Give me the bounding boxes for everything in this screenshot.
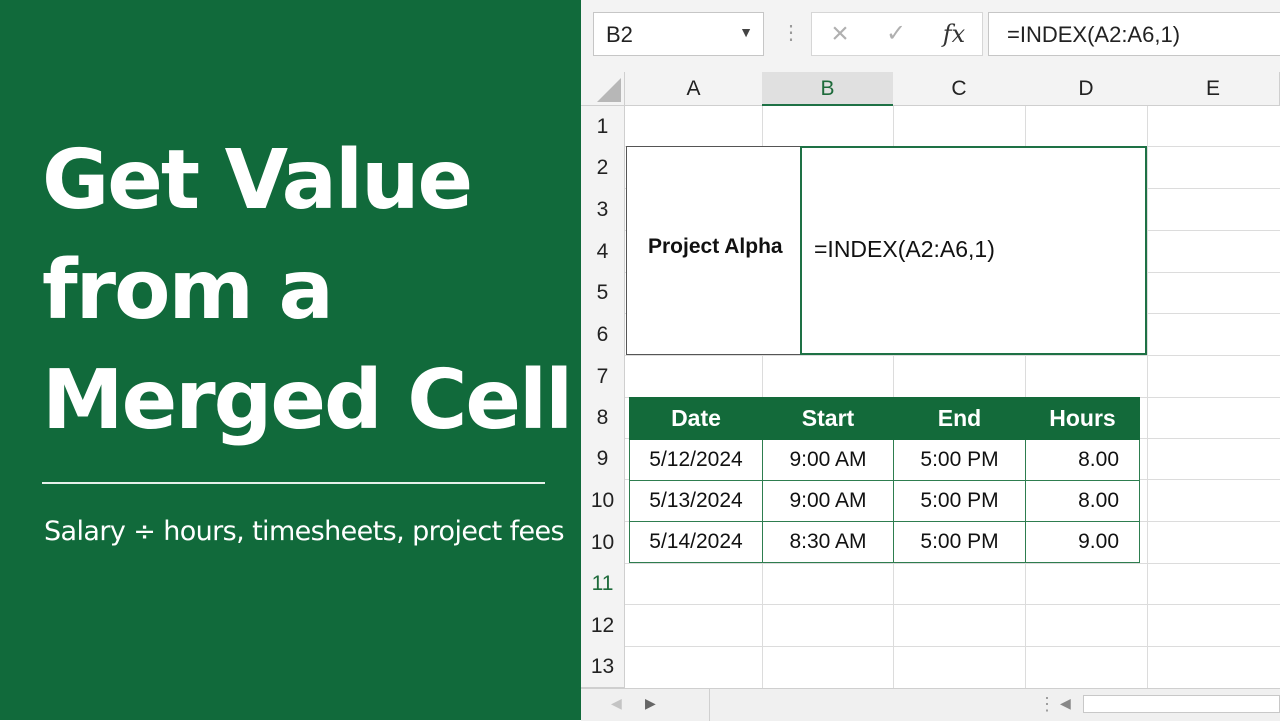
hscroll-left-icon[interactable]: ◀ bbox=[1060, 695, 1071, 712]
spreadsheet-window: B2 ▼ ⋮ × ✓ fx =INDEX(A2:A6,1) A B C D E … bbox=[581, 0, 1280, 721]
header-hours[interactable]: Hours bbox=[1025, 397, 1140, 440]
row-header-5[interactable]: 5 bbox=[581, 272, 625, 314]
sheet-tabs-bar: ◀ ▶ ⋮ ◀ bbox=[581, 688, 1280, 721]
chevron-down-icon[interactable]: ▼ bbox=[739, 24, 753, 40]
project-name: Project Alpha bbox=[648, 235, 783, 258]
start-cell[interactable]: 9:00 AM bbox=[762, 480, 894, 522]
date-cell[interactable]: 5/13/2024 bbox=[629, 480, 763, 522]
sheet-grid[interactable]: A B C D E 1 2 3 4 5 6 7 8 9 10 10 11 12 … bbox=[581, 72, 1280, 688]
promo-title-line-2: from a bbox=[42, 243, 334, 338]
select-all-triangle-icon bbox=[597, 78, 621, 102]
row-header-4[interactable]: 4 bbox=[581, 230, 625, 273]
gridline bbox=[625, 646, 1280, 647]
hours-cell[interactable]: 8.00 bbox=[1025, 439, 1140, 481]
name-box[interactable]: B2 ▼ bbox=[593, 12, 764, 56]
formula-text: =INDEX(A2:A6,1) bbox=[1007, 22, 1181, 47]
date-cell[interactable]: 5/12/2024 bbox=[629, 439, 763, 481]
row-header-3[interactable]: 3 bbox=[581, 188, 625, 231]
row-header-11[interactable]: 11 bbox=[581, 563, 625, 605]
formula-bar: B2 ▼ ⋮ × ✓ fx =INDEX(A2:A6,1) bbox=[581, 0, 1280, 73]
row-header-13[interactable]: 13 bbox=[581, 646, 625, 688]
row-header-6[interactable]: 6 bbox=[581, 313, 625, 356]
table-row: 5/12/2024 9:00 AM 5:00 PM 8.00 bbox=[629, 439, 1140, 481]
row-header-2[interactable]: 2 bbox=[581, 146, 625, 189]
gridline bbox=[625, 355, 1280, 356]
promo-title-line-3: Merged Cell bbox=[42, 353, 573, 448]
date-cell[interactable]: 5/14/2024 bbox=[629, 521, 763, 563]
start-cell[interactable]: 8:30 AM bbox=[762, 521, 894, 563]
column-header-b[interactable]: B bbox=[762, 72, 894, 106]
row-header-10[interactable]: 10 bbox=[581, 479, 625, 522]
column-header-e[interactable]: E bbox=[1147, 72, 1280, 106]
column-header-d[interactable]: D bbox=[1025, 72, 1148, 106]
sheet-tab-area bbox=[709, 689, 1040, 721]
cancel-icon[interactable]: × bbox=[820, 19, 860, 49]
column-header-c[interactable]: C bbox=[893, 72, 1026, 106]
timesheet-table: Date Start End Hours 5/12/2024 9:00 AM 5… bbox=[629, 397, 1140, 563]
start-cell[interactable]: 9:00 AM bbox=[762, 439, 894, 481]
end-cell[interactable]: 5:00 PM bbox=[893, 480, 1026, 522]
row-header-1[interactable]: 1 bbox=[581, 106, 625, 147]
more-options-icon[interactable]: ⋮ bbox=[1038, 694, 1056, 715]
more-options-icon[interactable]: ⋮ bbox=[781, 20, 801, 45]
table-header-row: Date Start End Hours bbox=[629, 397, 1140, 440]
hours-cell[interactable]: 8.00 bbox=[1025, 480, 1140, 522]
end-cell[interactable]: 5:00 PM bbox=[893, 439, 1026, 481]
row-header-9[interactable]: 9 bbox=[581, 438, 625, 480]
header-date[interactable]: Date bbox=[629, 397, 763, 440]
horizontal-scrollbar[interactable] bbox=[1083, 695, 1280, 713]
cell-formula: =INDEX(A2:A6,1) bbox=[814, 236, 995, 262]
promo-panel: Get Value from a Merged Cell Salary ÷ ho… bbox=[0, 0, 581, 720]
promo-divider bbox=[42, 482, 545, 484]
scroll-right-icon[interactable]: ▶ bbox=[645, 695, 656, 712]
end-cell[interactable]: 5:00 PM bbox=[893, 521, 1026, 563]
formula-input[interactable]: =INDEX(A2:A6,1) bbox=[988, 12, 1280, 56]
insert-function-icon[interactable]: fx bbox=[934, 19, 974, 49]
hours-cell[interactable]: 9.00 bbox=[1025, 521, 1140, 563]
select-all-button[interactable] bbox=[581, 72, 625, 106]
promo-subtitle: Salary ÷ hours, timesheets, project fees bbox=[44, 516, 565, 547]
row-header-10b[interactable]: 10 bbox=[581, 521, 625, 564]
scroll-left-icon[interactable]: ◀ bbox=[611, 695, 622, 712]
formula-buttons: × ✓ fx bbox=[811, 12, 983, 56]
merged-cell-b2-d6[interactable]: =INDEX(A2:A6,1) bbox=[800, 146, 1147, 355]
column-header-a[interactable]: A bbox=[625, 72, 763, 106]
table-row: 5/14/2024 8:30 AM 5:00 PM 9.00 bbox=[629, 521, 1140, 563]
merged-cell-a2-a6[interactable]: Project Alpha bbox=[626, 146, 801, 355]
promo-title-line-1: Get Value bbox=[42, 133, 473, 228]
name-box-value: B2 bbox=[606, 22, 633, 47]
header-end[interactable]: End bbox=[893, 397, 1026, 440]
table-row: 5/13/2024 9:00 AM 5:00 PM 8.00 bbox=[629, 480, 1140, 522]
header-start[interactable]: Start bbox=[762, 397, 894, 440]
gridline bbox=[625, 563, 1280, 564]
row-header-12[interactable]: 12 bbox=[581, 604, 625, 647]
gridline bbox=[625, 604, 1280, 605]
row-header-8[interactable]: 8 bbox=[581, 397, 625, 439]
check-icon[interactable]: ✓ bbox=[876, 19, 916, 49]
row-header-7[interactable]: 7 bbox=[581, 355, 625, 398]
